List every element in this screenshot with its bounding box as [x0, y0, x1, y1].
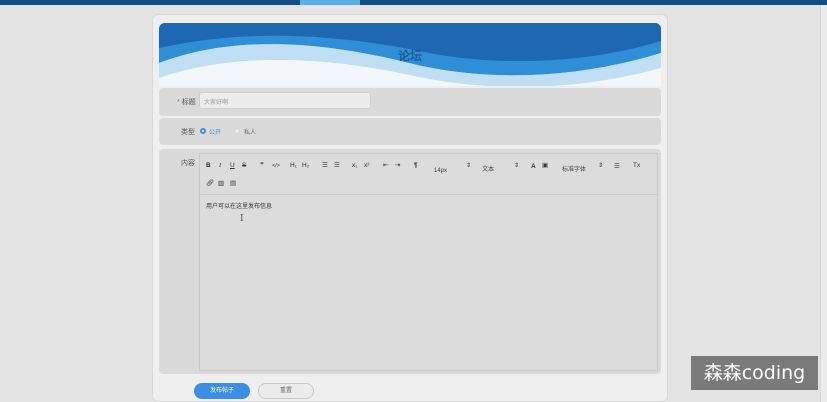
editor-content[interactable]: 用户可以在这里发布信息 — [206, 201, 272, 210]
editor-toolbar — [199, 153, 658, 195]
bullet-list-icon[interactable]: ☰ — [334, 162, 340, 170]
italic-button[interactable]: I — [219, 162, 221, 170]
bold-button[interactable]: B — [206, 162, 211, 170]
type-label: 类型 — [181, 129, 195, 136]
video-icon[interactable]: ▤ — [230, 180, 236, 188]
radio-public-label[interactable]: 公开 — [209, 127, 221, 136]
heading-select[interactable]: 文本 — [482, 166, 494, 174]
font-family-select[interactable]: 标准字体 — [562, 166, 586, 174]
page-scrollbar[interactable] — [820, 5, 827, 402]
superscript-button[interactable]: x² — [364, 162, 369, 170]
underline-button[interactable]: U — [230, 162, 235, 170]
page-title: 论坛 — [397, 49, 422, 63]
title-input[interactable]: 大家好啊 — [199, 92, 371, 109]
ordered-list-icon[interactable]: ☰ — [322, 162, 328, 170]
font-color-icon[interactable]: A — [531, 163, 536, 171]
h1-button[interactable]: H₁ — [290, 162, 297, 170]
forum-banner: 论坛 — [159, 23, 661, 86]
indent-icon[interactable]: ⇥ — [395, 162, 400, 170]
top-nav-bar — [0, 0, 827, 5]
clear-format-icon[interactable]: Tx — [633, 162, 640, 170]
image-icon[interactable]: ▨ — [218, 180, 224, 188]
watermark: 森森coding — [691, 356, 818, 390]
align-icon[interactable]: ☰ — [614, 163, 620, 171]
heading-chevron-icon[interactable]: ⇕ — [514, 162, 519, 170]
radio-private-label[interactable]: 私人 — [244, 127, 256, 136]
h2-button[interactable]: H₂ — [302, 162, 309, 170]
radio-private[interactable] — [234, 128, 240, 134]
reset-button[interactable]: 重置 — [258, 383, 314, 399]
title-label: * 标题 — [177, 99, 196, 106]
subscript-button[interactable]: x₁ — [352, 162, 357, 170]
radio-public[interactable] — [200, 128, 206, 134]
link-icon[interactable]: 🔗︎ — [206, 180, 214, 188]
outdent-icon[interactable]: ⇤ — [383, 162, 388, 170]
background-color-icon[interactable]: ▣ — [542, 162, 548, 170]
font-size-select[interactable]: 14px — [434, 167, 447, 175]
strike-button[interactable]: S — [242, 162, 246, 170]
text-direction-icon[interactable]: ¶ — [414, 162, 418, 170]
code-icon[interactable]: </> — [272, 162, 280, 170]
font-family-chevron-icon[interactable]: ⇕ — [598, 162, 603, 170]
font-size-chevron-icon[interactable]: ⇕ — [466, 162, 471, 170]
publish-button[interactable]: 发布帖子 — [194, 383, 250, 399]
active-nav-indicator — [300, 0, 360, 5]
text-cursor-icon: I — [240, 214, 244, 224]
content-label: 内容 — [181, 160, 195, 167]
quote-icon[interactable]: ❞ — [260, 162, 264, 170]
